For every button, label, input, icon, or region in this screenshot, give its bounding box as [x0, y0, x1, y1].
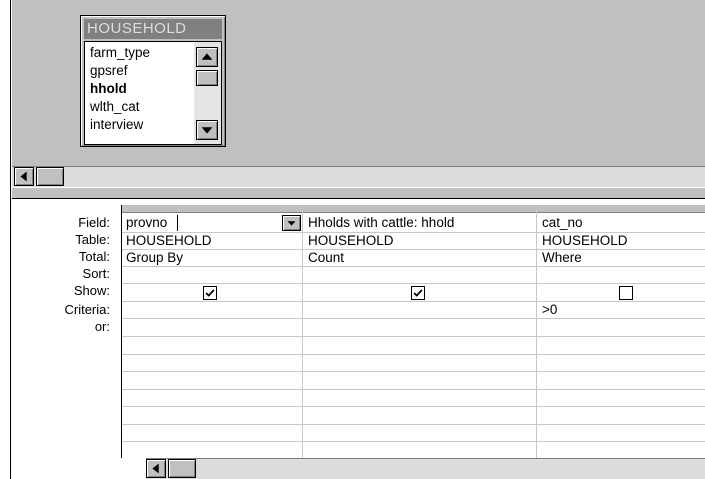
grid-row-line	[122, 318, 705, 319]
field-list-scroll-thumb[interactable]	[196, 70, 218, 86]
total-cell-col2[interactable]: Count	[308, 250, 344, 266]
arrow-up-icon	[201, 53, 213, 60]
grid-left-border	[121, 205, 122, 458]
field-dropdown-button[interactable]	[282, 215, 301, 231]
grid-scroll-left-button[interactable]	[146, 459, 166, 478]
grid-row-line	[122, 424, 705, 425]
field-cell-col1[interactable]: provno	[126, 215, 277, 231]
table-pane-hscrollbar[interactable]	[12, 166, 705, 187]
total-cell-col1[interactable]: Group By	[126, 250, 183, 266]
row-label-criteria: Criteria:	[64, 302, 110, 317]
grid-scroll-thumb[interactable]	[168, 459, 196, 478]
table-cell-col2[interactable]: HOUSEHOLD	[308, 233, 394, 249]
grid-row-line	[122, 283, 705, 284]
row-label-table: Table:	[75, 232, 110, 247]
grid-column-divider	[302, 205, 303, 458]
grid-row-line	[122, 406, 705, 407]
grid-column-divider	[536, 205, 537, 458]
pane-splitter[interactable]	[12, 187, 705, 199]
show-checkbox-col1[interactable]	[203, 286, 217, 300]
field-item-gpsref[interactable]: gpsref	[90, 62, 128, 80]
arrow-left-icon	[20, 171, 27, 182]
grid-row-line	[122, 249, 705, 250]
grid-row-line	[122, 371, 705, 372]
grid-hscrollbar[interactable]	[146, 458, 705, 479]
field-item-wlth-cat[interactable]: wlth_cat	[90, 98, 140, 116]
field-list: farm_type gpsref hhold wlth_cat intervie…	[84, 41, 222, 145]
scroll-left-button[interactable]	[14, 167, 34, 186]
scroll-down-button[interactable]	[196, 120, 218, 140]
checkmark-icon	[413, 289, 423, 297]
grid-row-line	[122, 354, 705, 355]
row-label-show: Show:	[73, 283, 110, 298]
table-cell-col3[interactable]: HOUSEHOLD	[542, 233, 628, 249]
row-label-sort: Sort:	[82, 266, 110, 281]
table-pane-scroll-thumb[interactable]	[36, 167, 64, 186]
column-selector-3[interactable]	[537, 205, 705, 213]
criteria-cell-col3[interactable]: >0	[542, 302, 557, 318]
grid-row-line	[122, 441, 705, 442]
total-cell-col3[interactable]: Where	[542, 250, 582, 266]
column-selector-2[interactable]	[303, 205, 536, 213]
text-cursor	[177, 215, 178, 231]
checkmark-icon	[205, 289, 215, 297]
arrow-down-icon	[201, 127, 213, 134]
show-checkbox-col3[interactable]	[619, 286, 633, 300]
chevron-down-icon	[287, 221, 296, 226]
row-label-or: or:	[94, 319, 110, 334]
row-label-total: Total:	[78, 249, 110, 264]
scroll-up-button[interactable]	[196, 47, 218, 67]
grid-row-line	[122, 389, 705, 390]
field-cell-col2[interactable]: Hholds with cattle: hhold	[308, 215, 454, 231]
row-label-field: Field:	[78, 215, 110, 230]
grid-row-line	[122, 301, 705, 302]
column-selector-1[interactable]	[122, 205, 302, 213]
grid-row-line	[122, 336, 705, 337]
field-item-farm-type[interactable]: farm_type	[90, 44, 150, 62]
show-checkbox-col2[interactable]	[411, 286, 425, 300]
window-left-edge	[0, 0, 11, 479]
field-cell-col3[interactable]: cat_no	[542, 215, 583, 231]
field-item-interview[interactable]: interview	[90, 116, 143, 134]
grid-row-line	[122, 266, 705, 267]
table-cell-col1[interactable]: HOUSEHOLD	[126, 233, 212, 249]
arrow-left-icon	[152, 463, 159, 474]
field-item-hhold[interactable]: hhold	[90, 80, 127, 98]
field-list-title[interactable]: HOUSEHOLD	[84, 19, 222, 39]
